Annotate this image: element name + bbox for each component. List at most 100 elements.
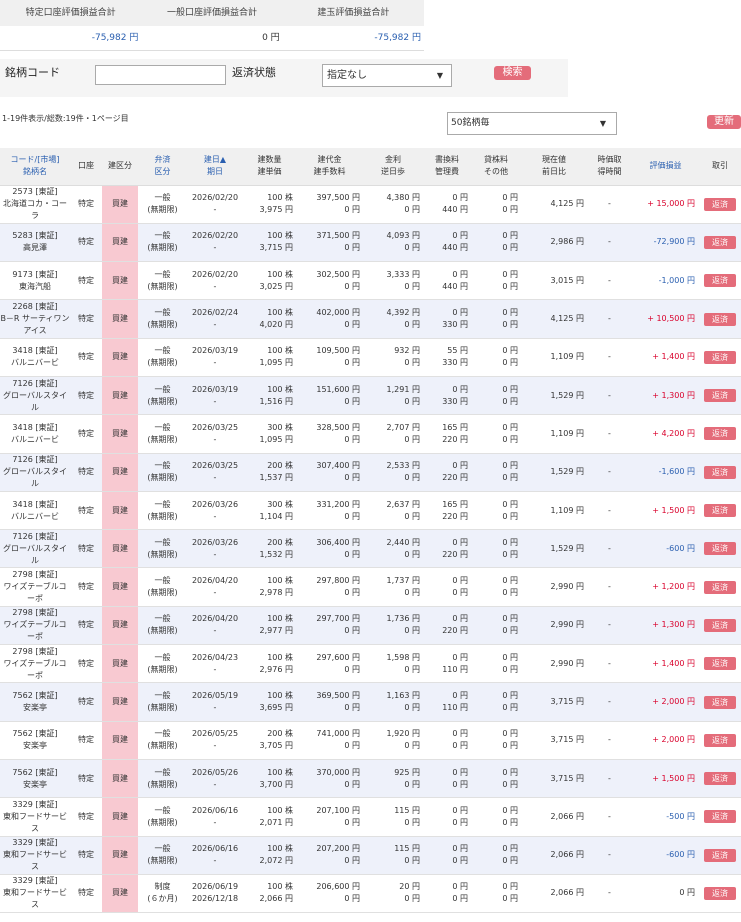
repay-button[interactable]: 返済 xyxy=(704,350,736,364)
stock-cell[interactable]: 7126 [東証] グローバルスタイル xyxy=(0,453,70,492)
repayment-cell: 一般 (無期限) xyxy=(138,376,187,416)
amount-cell-fee: 0 円 xyxy=(344,703,360,712)
column-header[interactable]: 弁済 区分 xyxy=(138,148,187,186)
kashikabu-cell-other: 0 円 xyxy=(502,396,518,406)
repay-button[interactable]: 返済 xyxy=(704,274,736,288)
qty-cell: 100 株 2,066 円 xyxy=(243,874,296,914)
repay-button[interactable]: 返済 xyxy=(704,312,736,326)
repay-button[interactable]: 返済 xyxy=(704,580,736,594)
qty-cell: 100 株 2,072 円 xyxy=(243,836,296,875)
repay-button[interactable]: 返済 xyxy=(704,810,736,824)
repay-button[interactable]: 返済 xyxy=(704,695,736,709)
side-cell-side: 買建 xyxy=(112,811,128,821)
time-cell-time: - xyxy=(608,735,611,745)
current-price-cell-current: 2,986 円 xyxy=(550,237,584,247)
amount-cell: 207,100 円 0 円 xyxy=(296,797,363,837)
current-price-cell-current: 1,109 円 xyxy=(550,428,584,438)
pl-cell-pl: -1,600 円 xyxy=(658,467,695,477)
repay-button[interactable]: 返済 xyxy=(704,427,736,441)
date-cell: 2026/02/20 - xyxy=(187,261,243,301)
current-price-cell: 3,715 円 xyxy=(521,759,587,799)
current-price-cell: 2,990 円 xyxy=(521,644,587,684)
stock-cell[interactable]: 7562 [東証] 安楽亭 xyxy=(0,721,70,760)
qty-cell: 100 株 3,025 円 xyxy=(243,261,296,301)
stock-cell[interactable]: 7562 [東証] 安楽亭 xyxy=(0,759,70,799)
status-select[interactable]: 指定なし ▼ xyxy=(322,64,452,87)
pl-cell: -600 円 xyxy=(632,529,699,569)
repay-button[interactable]: 返済 xyxy=(704,197,736,211)
kakikae-cell-kakikae: 0 円 xyxy=(452,652,468,662)
stock-cell[interactable]: 3329 [東証] 東和フードサービス xyxy=(0,836,70,875)
repay-button[interactable]: 返済 xyxy=(704,657,736,671)
refresh-button[interactable]: 更新 xyxy=(707,115,741,129)
interest-cell: 2,440 円 0 円 xyxy=(363,529,423,569)
amount-cell-fee: 0 円 xyxy=(344,817,360,827)
code-input[interactable] xyxy=(95,65,226,85)
amount-cell-fee: 0 円 xyxy=(344,281,360,291)
stock-cell[interactable]: 3329 [東証] 東和フードサービス xyxy=(0,797,70,837)
kashikabu-cell: 0 円0 円 xyxy=(471,338,521,377)
repayment-cell: 一般 (無期限) xyxy=(138,759,187,799)
repayment-cell: 一般 (無期限) xyxy=(138,299,187,339)
account-cell-account: 特定 xyxy=(78,352,94,362)
kakikae-cell: 0 円0 円 xyxy=(423,874,471,914)
column-header[interactable]: 建日▲ 期日 xyxy=(187,148,243,186)
pl-cell-pl: -600 円 xyxy=(666,543,695,553)
time-cell: - xyxy=(587,836,632,875)
stock-cell[interactable]: 2798 [東証] ワイズテーブルコーポ xyxy=(0,644,70,684)
stock-cell[interactable]: 5283 [東証] 高見澤 xyxy=(0,223,70,263)
stock-cell[interactable]: 3418 [東証] バルニバービ xyxy=(0,414,70,454)
repay-button[interactable]: 返済 xyxy=(704,235,736,249)
kakikae-cell-kakikae: 0 円 xyxy=(452,193,468,203)
stock-cell-name: 東和フードサービス xyxy=(3,850,67,872)
stock-cell[interactable]: 2573 [東証] 北海道コカ・コーラ xyxy=(0,185,70,224)
search-button[interactable]: 検索 xyxy=(494,66,531,80)
column-header[interactable]: コード/[市場] 銘柄名 xyxy=(0,148,70,186)
stock-cell[interactable]: 7126 [東証] グローバルスタイル xyxy=(0,376,70,416)
repay-button[interactable]: 返済 xyxy=(704,542,736,556)
stock-cell[interactable]: 3329 [東証] 東和フードサービス xyxy=(0,874,70,914)
repay-button[interactable]: 返済 xyxy=(704,618,736,632)
per-page-select[interactable]: 50銘柄毎 ▼ xyxy=(447,112,617,135)
kashikabu-cell: 0 円0 円 xyxy=(471,644,521,684)
repayment-cell-rep2: (無期限) xyxy=(147,320,178,330)
side-cell: 買建 xyxy=(102,299,138,339)
current-price-cell: 1,529 円 xyxy=(521,376,587,416)
pl-cell: 0 円 xyxy=(632,874,699,914)
column-header-line: コード/[市場] xyxy=(10,155,60,165)
stock-cell[interactable]: 7126 [東証] グローバルスタイル xyxy=(0,529,70,569)
column-header: 口座 xyxy=(70,148,102,186)
repayment-cell-rep2: (無期限) xyxy=(147,358,178,368)
kashikabu-cell: 0 円0 円 xyxy=(471,529,521,569)
qty-cell-price: 4,020 円 xyxy=(259,320,293,330)
amount-cell-fee: 0 円 xyxy=(344,664,360,674)
current-price-cell-current: 4,125 円 xyxy=(550,199,584,209)
repay-button[interactable]: 返済 xyxy=(704,733,736,747)
repay-button[interactable]: 返済 xyxy=(704,389,736,403)
kakikae-cell: 0 円 440 円 xyxy=(423,185,471,224)
stock-cell[interactable]: 2268 [東証] B－R サーティワン アイス xyxy=(0,299,70,339)
account-cell-account: 特定 xyxy=(78,850,94,860)
stock-cell[interactable]: 2798 [東証] ワイズテーブルコーポ xyxy=(0,567,70,607)
kashikabu-cell-kashikabu: 0 円 xyxy=(502,767,518,777)
repay-button[interactable]: 返済 xyxy=(704,465,736,479)
column-header[interactable]: 評価損益 xyxy=(632,148,699,186)
pl-cell: -600 円 xyxy=(632,836,699,875)
current-price-cell: 1,109 円 xyxy=(521,414,587,454)
stock-cell[interactable]: 7562 [東証] 安楽亭 xyxy=(0,682,70,722)
amount-cell-fee: 0 円 xyxy=(344,434,360,444)
column-header-line: 前日比 xyxy=(542,167,566,177)
stock-cell[interactable]: 2798 [東証] ワイズテーブルコーポ xyxy=(0,606,70,646)
stock-cell[interactable]: 3418 [東証] バルニバービ xyxy=(0,338,70,377)
stock-cell[interactable]: 3418 [東証] バルニバービ xyxy=(0,491,70,531)
repay-button[interactable]: 返済 xyxy=(704,504,736,518)
repayment-cell-rep1: 一般 xyxy=(154,422,171,432)
kashikabu-cell: 0 円0 円 xyxy=(471,759,521,799)
pl-cell-pl: + 1,300 円 xyxy=(652,620,695,630)
qty-cell-price: 2,066 円 xyxy=(259,894,293,904)
repay-button[interactable]: 返済 xyxy=(704,772,736,786)
stock-cell[interactable]: 9173 [東証] 東海汽船 xyxy=(0,261,70,301)
repay-button[interactable]: 返済 xyxy=(704,848,736,862)
repay-button[interactable]: 返済 xyxy=(704,886,736,900)
interest-cell-interest: 925 円 xyxy=(394,767,420,777)
